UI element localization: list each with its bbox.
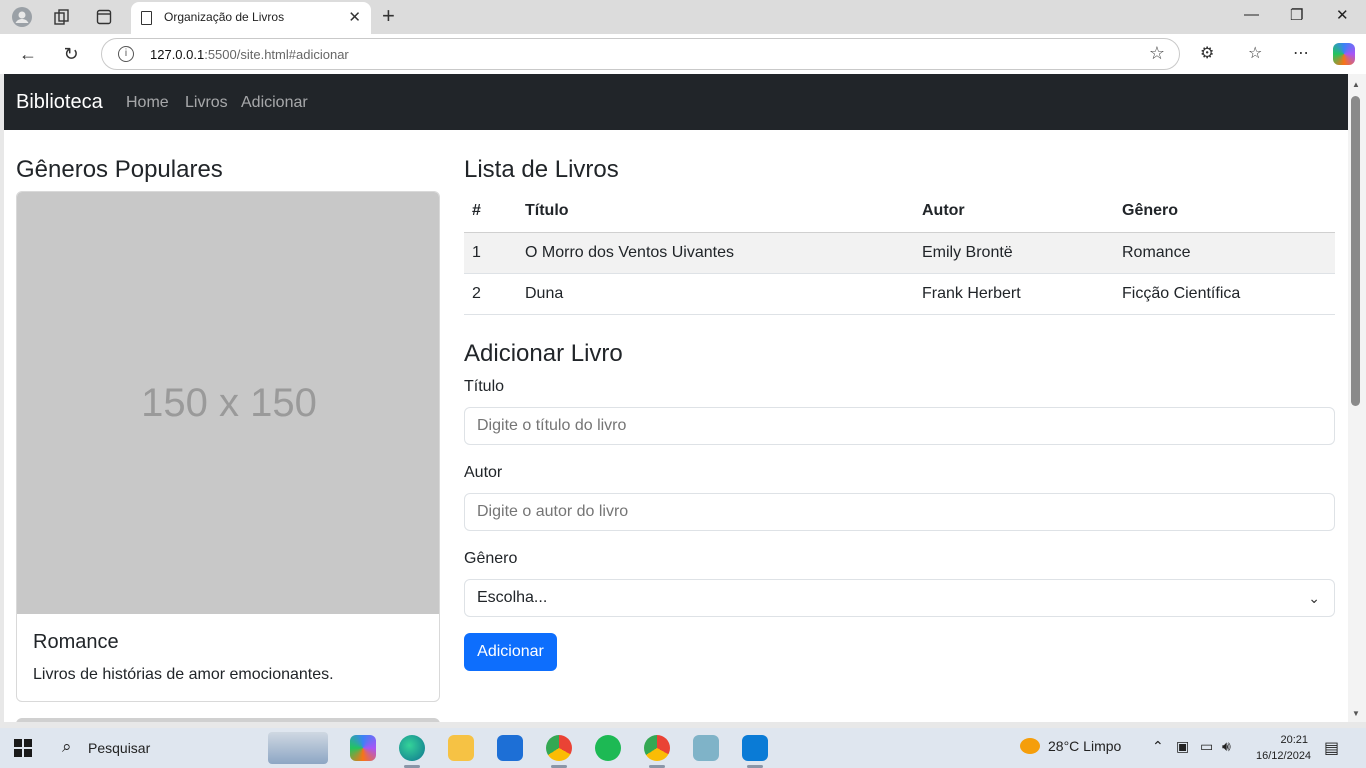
back-icon[interactable]: ← bbox=[15, 41, 41, 67]
book-list-heading: Lista de Livros bbox=[464, 156, 619, 183]
windows-start-icon[interactable] bbox=[14, 739, 32, 757]
cell-author: Emily Brontë bbox=[914, 232, 1114, 274]
tab-actions-icon[interactable] bbox=[92, 5, 116, 29]
cell-title: O Morro dos Ventos Uivantes bbox=[517, 232, 914, 274]
page-viewport: Biblioteca Home Livros Adicionar Gêneros… bbox=[4, 74, 1348, 722]
network-icon[interactable]: ▭ bbox=[1200, 738, 1213, 755]
column-header-author: Autor bbox=[914, 190, 1114, 233]
clock-time: 20:21 bbox=[1280, 734, 1308, 746]
file-explorer-icon[interactable] bbox=[448, 735, 474, 761]
navbar-brand[interactable]: Biblioteca bbox=[16, 91, 103, 114]
card-title: Romance bbox=[33, 631, 119, 653]
weather-text: 28°C Limpo bbox=[1048, 738, 1122, 754]
clock-date: 16/12/2024 bbox=[1256, 750, 1312, 762]
book-table: # Título Autor Gênero 1 O Morro dos Vent… bbox=[464, 190, 1335, 315]
cell-number: 1 bbox=[464, 232, 517, 274]
column-header-title: Título bbox=[517, 190, 914, 233]
author-label: Autor bbox=[464, 464, 503, 481]
scrollbar-thumb[interactable] bbox=[1351, 96, 1360, 406]
close-tab-icon[interactable]: ✕ bbox=[348, 8, 361, 26]
cell-title: Duna bbox=[517, 273, 914, 315]
sidebar-heading: Gêneros Populares bbox=[16, 156, 223, 183]
site-info-icon[interactable]: i bbox=[118, 46, 134, 62]
copilot-app-icon[interactable] bbox=[350, 735, 376, 761]
volume-icon[interactable]: 🔊︎ bbox=[1222, 738, 1231, 755]
favorites-icon[interactable]: ☆ bbox=[1248, 43, 1262, 63]
table-header-row: # Título Autor Gênero bbox=[464, 190, 1335, 233]
restore-icon[interactable]: ❐ bbox=[1290, 6, 1303, 24]
vscode-app-icon[interactable] bbox=[742, 735, 768, 768]
url-text: 127.0.0.1:5500/site.html#adicionar bbox=[150, 47, 349, 62]
cell-author: Frank Herbert bbox=[914, 273, 1114, 315]
add-form-heading: Adicionar Livro bbox=[464, 340, 623, 367]
add-book-button[interactable]: Adicionar bbox=[464, 633, 557, 671]
window-close-icon[interactable]: ✕ bbox=[1336, 6, 1349, 24]
clock[interactable]: 20:21 16/12/2024 bbox=[1256, 732, 1312, 764]
table-row: 2 Duna Frank Herbert Ficção Científica bbox=[464, 273, 1335, 315]
card-image-placeholder: 150 x 150 bbox=[17, 192, 439, 614]
tray-chevron-up-icon[interactable]: ⌃ bbox=[1152, 738, 1164, 755]
browser-tab-strip: Organização de Livros ✕ + — ❐ ✕ bbox=[0, 0, 1366, 34]
spotify-app-icon[interactable] bbox=[595, 735, 621, 761]
nav-link-livros[interactable]: Livros bbox=[185, 94, 228, 112]
new-tab-icon[interactable]: + bbox=[382, 3, 395, 29]
cell-genre: Romance bbox=[1114, 232, 1335, 274]
profile-icon[interactable] bbox=[10, 5, 34, 29]
column-header-genre: Gênero bbox=[1114, 190, 1335, 233]
genre-card: 150 x 150 Romance Livros de histórias de… bbox=[16, 191, 440, 702]
weather-icon bbox=[1020, 738, 1040, 754]
reload-icon[interactable]: ↻ bbox=[58, 41, 84, 67]
favorite-star-icon[interactable]: ☆ bbox=[1149, 43, 1165, 64]
search-icon: ⌕ bbox=[62, 737, 72, 756]
browser-tab-active[interactable]: Organização de Livros ✕ bbox=[131, 2, 371, 34]
address-bar[interactable]: i 127.0.0.1:5500/site.html#adicionar ☆ bbox=[101, 38, 1180, 70]
cell-genre: Ficção Científica bbox=[1114, 273, 1335, 315]
table-row: 1 O Morro dos Ventos Uivantes Emily Bron… bbox=[464, 232, 1335, 274]
page-icon bbox=[141, 11, 152, 25]
card-description: Livros de histórias de amor emocionantes… bbox=[33, 666, 334, 683]
taskbar-search[interactable]: ⌕ Pesquisar bbox=[50, 732, 330, 764]
taskbar-search-text: Pesquisar bbox=[88, 740, 151, 756]
meet-icon[interactable]: ▣ bbox=[1176, 738, 1189, 755]
column-header-number: # bbox=[464, 190, 517, 233]
title-input[interactable] bbox=[464, 407, 1335, 445]
chrome-app-icon[interactable] bbox=[546, 735, 572, 768]
genre-label: Gênero bbox=[464, 550, 518, 567]
genre-selected-value: Escolha... bbox=[477, 589, 548, 606]
genre-select[interactable]: Escolha... ⌄ bbox=[464, 579, 1335, 617]
notification-icon[interactable]: ▤ bbox=[1324, 738, 1339, 758]
title-label: Título bbox=[464, 378, 505, 395]
search-highlight-image bbox=[268, 732, 328, 764]
extensions-icon[interactable]: ⚙ bbox=[1200, 43, 1214, 63]
chrome-profile-app-icon[interactable] bbox=[644, 735, 670, 768]
weather-widget[interactable]: 28°C Limpo bbox=[1020, 738, 1121, 754]
nav-link-home[interactable]: Home bbox=[126, 94, 169, 112]
nav-link-adicionar[interactable]: Adicionar bbox=[241, 94, 308, 112]
workspaces-icon[interactable] bbox=[50, 5, 74, 29]
page-scrollbar[interactable]: ▲ ▼ bbox=[1348, 74, 1366, 722]
browser-toolbar: ← ↻ i 127.0.0.1:5500/site.html#adicionar… bbox=[0, 34, 1366, 74]
scroll-up-icon[interactable]: ▲ bbox=[1352, 80, 1360, 89]
author-input[interactable] bbox=[464, 493, 1335, 531]
url-host: 127.0.0.1 bbox=[150, 47, 205, 62]
mail-app-icon[interactable] bbox=[497, 735, 523, 761]
chevron-down-icon: ⌄ bbox=[1308, 590, 1320, 606]
taskbar: ⌕ Pesquisar 28°C Limpo ⌃ ▣ ▭ 🔊︎ 20:21 16… bbox=[0, 728, 1366, 768]
url-path: :5500/site.html#adicionar bbox=[204, 47, 349, 62]
more-menu-icon[interactable]: ⋯ bbox=[1293, 43, 1309, 63]
copilot-icon[interactable] bbox=[1333, 43, 1355, 65]
tab-title: Organização de Livros bbox=[164, 10, 285, 24]
site-navbar: Biblioteca Home Livros Adicionar bbox=[4, 74, 1348, 130]
cell-number: 2 bbox=[464, 273, 517, 315]
minimize-icon[interactable]: — bbox=[1244, 6, 1259, 23]
genre-card-next bbox=[16, 718, 440, 722]
notes-app-icon[interactable] bbox=[693, 735, 719, 761]
scroll-down-icon[interactable]: ▼ bbox=[1352, 709, 1360, 718]
edge-app-icon[interactable] bbox=[399, 735, 425, 768]
